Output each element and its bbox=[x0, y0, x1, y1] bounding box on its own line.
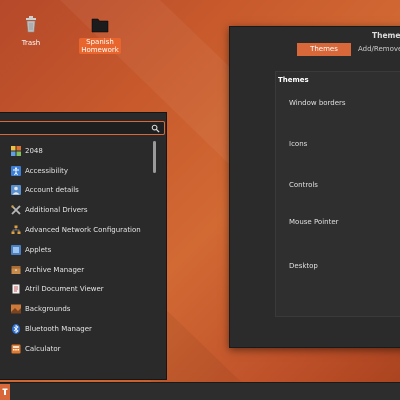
menu-launcher-icon bbox=[2, 388, 8, 395]
app-item-bluetooth-manager[interactable]: Bluetooth Manager bbox=[11, 319, 156, 339]
desktop-icon-trash[interactable]: Trash bbox=[9, 14, 53, 47]
desktop-icon-label: Trash bbox=[21, 39, 41, 47]
tab-bar: Themes Add/Remove bbox=[297, 43, 400, 56]
app-label: 2048 bbox=[25, 146, 43, 155]
themes-panel: Themes Window borders Icons Controls Mou… bbox=[275, 71, 400, 317]
row-desktop[interactable]: Desktop bbox=[289, 262, 318, 270]
appearance-window: Themes Themes Add/Remove Themes Window b… bbox=[229, 26, 400, 348]
account-icon bbox=[11, 185, 21, 196]
calculator-icon bbox=[11, 344, 21, 354]
app-label: Bluetooth Manager bbox=[25, 325, 92, 334]
backgrounds-icon bbox=[11, 304, 21, 314]
bottom-panel bbox=[0, 382, 400, 400]
tab-add-remove[interactable]: Add/Remove bbox=[351, 43, 400, 56]
app-list: 2048 Accessibility Account details Addit… bbox=[11, 141, 156, 359]
archive-icon bbox=[11, 265, 21, 274]
desktop-icon-spanish-homework[interactable]: Spanish Homework bbox=[78, 14, 122, 54]
section-title: Themes bbox=[278, 76, 309, 84]
app-item-accessibility[interactable]: Accessibility bbox=[11, 161, 156, 181]
app-item-atril-document-viewer[interactable]: Atril Document Viewer bbox=[11, 280, 156, 300]
app-item-2048[interactable]: 2048 bbox=[11, 141, 156, 161]
app-label: Accessibility bbox=[25, 166, 69, 175]
row-mouse-pointer[interactable]: Mouse Pointer bbox=[289, 218, 339, 226]
row-controls[interactable]: Controls bbox=[289, 181, 318, 189]
app-label: Advanced Network Configuration bbox=[25, 226, 141, 235]
app-item-applets[interactable]: Applets bbox=[11, 240, 156, 260]
applets-icon bbox=[11, 244, 21, 255]
app-label: Atril Document Viewer bbox=[25, 285, 104, 294]
app-label: Additional Drivers bbox=[25, 206, 88, 215]
app-label: Account details bbox=[25, 186, 79, 195]
app-item-calculator[interactable]: Calculator bbox=[11, 339, 156, 359]
bluetooth-icon bbox=[12, 324, 20, 335]
game-2048-icon bbox=[11, 145, 21, 156]
search-icon bbox=[151, 124, 160, 133]
row-icons[interactable]: Icons bbox=[289, 140, 307, 148]
menu-scrollbar[interactable] bbox=[153, 141, 156, 173]
application-menu: 2048 Accessibility Account details Addit… bbox=[0, 112, 167, 380]
app-item-additional-drivers[interactable]: Additional Drivers bbox=[11, 200, 156, 220]
search-input[interactable] bbox=[0, 121, 165, 135]
trash-icon bbox=[26, 16, 36, 33]
drivers-icon bbox=[11, 205, 21, 215]
window-title: Themes bbox=[372, 31, 400, 40]
row-window-borders[interactable]: Window borders bbox=[289, 99, 346, 107]
app-label: Calculator bbox=[25, 344, 61, 353]
app-label: Applets bbox=[25, 245, 52, 254]
network-icon bbox=[11, 225, 21, 235]
menu-button[interactable] bbox=[0, 384, 10, 400]
accessibility-icon bbox=[11, 165, 21, 176]
desktop-icon-label: Spanish Homework bbox=[79, 38, 121, 54]
app-item-account-details[interactable]: Account details bbox=[11, 181, 156, 201]
app-item-backgrounds[interactable]: Backgrounds bbox=[11, 299, 156, 319]
app-item-archive-manager[interactable]: Archive Manager bbox=[11, 260, 156, 280]
document-viewer-icon bbox=[12, 284, 20, 294]
tab-themes[interactable]: Themes bbox=[297, 43, 351, 56]
app-item-advanced-network-configuration[interactable]: Advanced Network Configuration bbox=[11, 220, 156, 240]
app-label: Backgrounds bbox=[25, 305, 71, 314]
app-label: Archive Manager bbox=[25, 265, 85, 274]
folder-icon bbox=[91, 18, 109, 33]
